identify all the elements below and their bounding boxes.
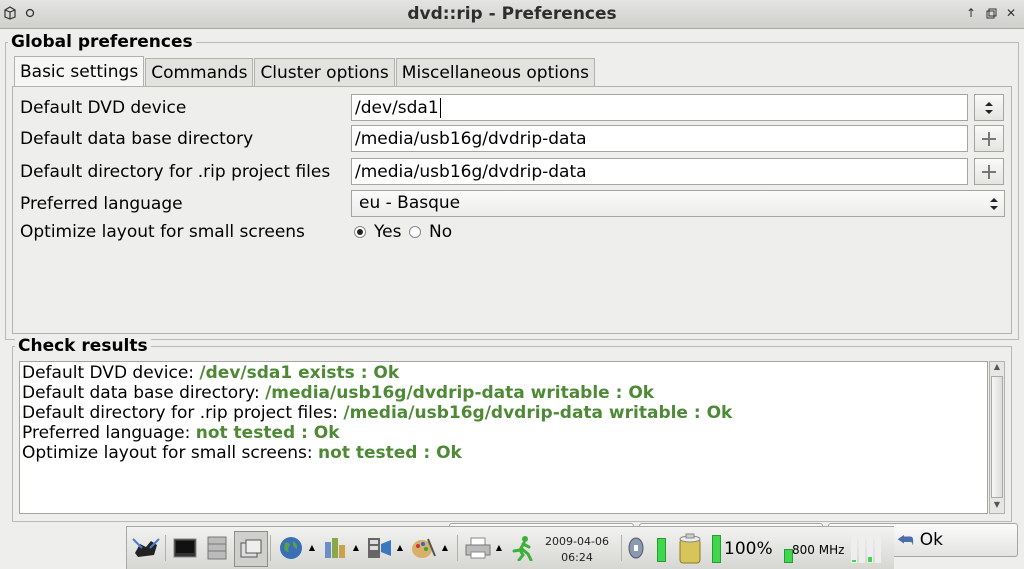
battery-percent: 100% — [724, 539, 773, 559]
clock[interactable]: 2009-04-06 06:24 — [537, 534, 617, 566]
scrollbar-thumb[interactable] — [991, 376, 1003, 498]
combo-arrows-icon — [990, 191, 998, 216]
language-value: eu - Basque — [359, 193, 461, 213]
ok-label: Ok — [919, 530, 943, 550]
scroll-up-icon[interactable]: ▲ — [990, 362, 1004, 375]
result-line: Default directory for .rip project files… — [22, 403, 733, 423]
tab-cluster-options[interactable]: Cluster options — [254, 58, 395, 86]
separator — [165, 535, 166, 561]
spin-arrows-icon — [985, 101, 993, 114]
run-icon[interactable] — [508, 534, 536, 562]
return-arrow-icon: ⮪ — [897, 529, 914, 551]
global-preferences-legend: Global preferences — [8, 32, 196, 52]
network-icon[interactable] — [625, 537, 647, 559]
small-screens-label: Optimize layout for small screens — [20, 222, 305, 242]
radio-unselected-icon — [409, 226, 421, 238]
windows-switcher-icon[interactable] — [234, 531, 268, 567]
check-results-text[interactable]: Default DVD device: /dev/sda1 exists : O… — [19, 361, 988, 514]
result-line: Optimize layout for small screens: not t… — [22, 443, 462, 463]
language-label: Preferred language — [20, 194, 183, 214]
menu-arrow-icon[interactable]: ▲ — [440, 541, 450, 553]
project-dir-field[interactable]: /media/usb16g/dvdrip-data — [351, 158, 968, 185]
tab-basic-settings[interactable]: Basic settings — [14, 56, 145, 86]
menu-arrow-icon[interactable]: ▲ — [494, 541, 504, 553]
dvd-device-spin-button[interactable] — [974, 94, 1004, 121]
taskbar: ▲ ▲ ▲ ▲ ▲ 2009-04-06 06:24 100% 800 MHz — [126, 526, 894, 569]
scroll-down-icon[interactable]: ▼ — [990, 500, 1004, 513]
data-dir-field[interactable]: /media/usb16g/dvdrip-data — [351, 125, 968, 152]
separator — [457, 535, 458, 561]
network-meter — [657, 538, 666, 562]
menu-arrow-icon[interactable]: ▲ — [395, 541, 405, 553]
cpu-graph-icon — [849, 533, 889, 565]
shade-icon[interactable]: ↑ — [964, 6, 978, 20]
terminal-icon[interactable] — [171, 534, 199, 562]
dvd-device-field[interactable]: /dev/sda1 — [351, 94, 968, 121]
data-dir-browse-button[interactable] — [974, 125, 1004, 152]
menu-arrow-icon[interactable]: ▲ — [351, 541, 361, 553]
globe-icon[interactable] — [277, 534, 305, 562]
separator — [621, 535, 622, 561]
small-screens-yes-radio[interactable]: Yes — [354, 222, 401, 242]
tab-commands[interactable]: Commands — [145, 58, 254, 86]
cpu-frequency: 800 MHz — [792, 543, 845, 557]
project-dir-label: Default directory for .rip project files — [20, 162, 331, 182]
small-screens-no-radio[interactable]: No — [409, 222, 452, 242]
separator — [270, 535, 271, 561]
graphics-icon[interactable] — [409, 534, 437, 562]
language-select[interactable]: eu - Basque — [351, 190, 1005, 217]
radio-selected-icon — [354, 226, 366, 238]
project-dir-browse-button[interactable] — [974, 158, 1004, 185]
maximize-icon[interactable] — [984, 6, 998, 20]
close-icon[interactable]: ✕ — [1004, 6, 1018, 20]
tab-miscellaneous-options[interactable]: Miscellaneous options — [395, 58, 595, 86]
battery-meter — [712, 535, 721, 563]
clock-time: 06:24 — [561, 551, 593, 564]
window-title: dvd::rip - Preferences — [407, 4, 617, 24]
check-results-legend: Check results — [15, 336, 151, 356]
office-icon[interactable] — [321, 534, 349, 562]
results-scrollbar[interactable]: ▲ ▼ — [989, 361, 1005, 514]
tab-bar: Basic settings Commands Cluster options … — [14, 56, 596, 86]
battery-icon[interactable] — [675, 533, 705, 565]
plus-icon — [982, 164, 996, 179]
clock-date: 2009-04-06 — [545, 535, 609, 548]
data-dir-label: Default data base directory — [20, 129, 254, 149]
multimedia-icon[interactable] — [365, 534, 393, 562]
printer-icon[interactable] — [463, 534, 493, 562]
result-line: Default DVD device: /dev/sda1 exists : O… — [22, 363, 400, 383]
start-menu-icon[interactable] — [131, 533, 161, 563]
plus-icon — [982, 131, 996, 146]
dvd-device-label: Default DVD device — [20, 98, 187, 118]
title-bar: dvd::rip - Preferences ↑ ✕ — [0, 0, 1024, 29]
result-line: Default data base directory: /media/usb1… — [22, 383, 655, 403]
file-cabinet-icon[interactable] — [203, 534, 231, 562]
result-line: Preferred language: not tested : Ok — [22, 423, 340, 443]
menu-arrow-icon[interactable]: ▲ — [307, 541, 317, 553]
